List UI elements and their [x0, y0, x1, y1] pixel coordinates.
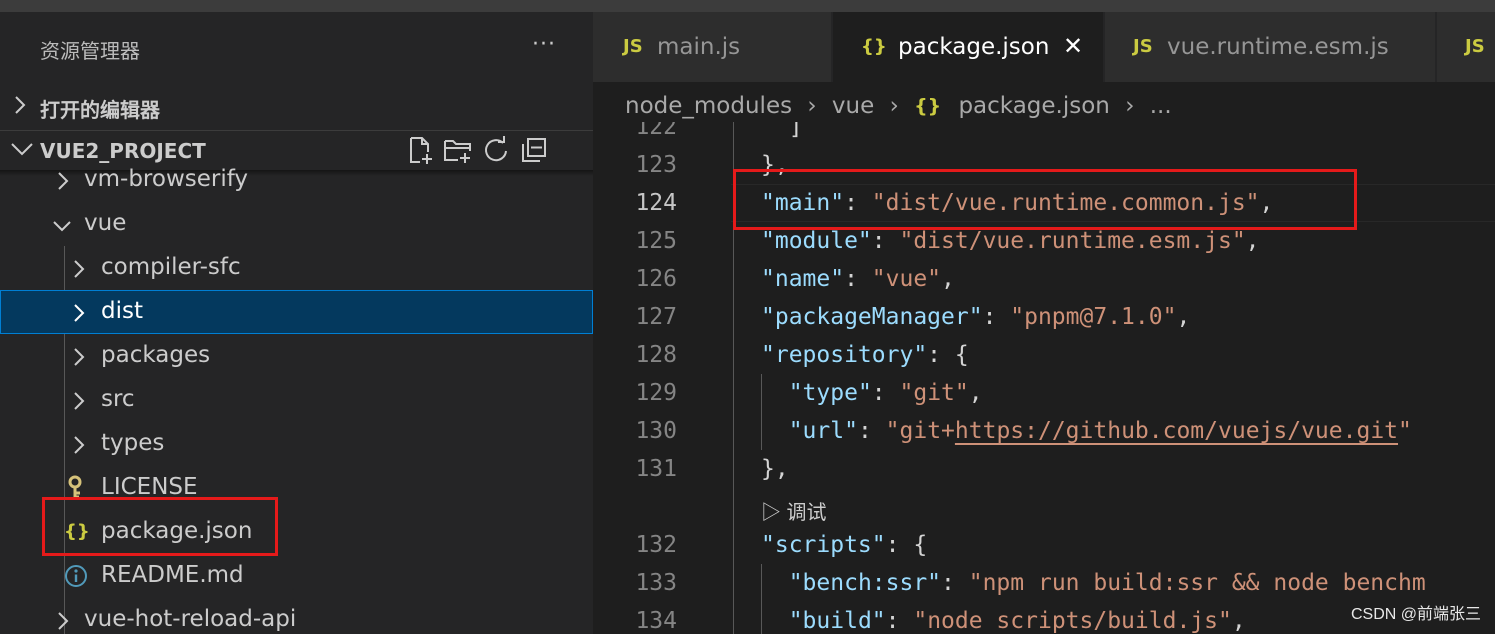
tab-vue-runtime-esm-js[interactable]: JS vue.runtime.esm.js [1105, 12, 1435, 82]
chevron-right-icon: › [807, 92, 817, 119]
chevron-right-icon [72, 259, 86, 283]
tree-item-label: packages [101, 342, 211, 368]
code-line: 126 "name": "vue", [593, 260, 1495, 298]
chevron-right-icon: › [889, 92, 899, 119]
code-text: }, [761, 456, 789, 482]
code-text: ] [761, 122, 803, 140]
tree-item-vue-hot-reload-api[interactable]: vue-hot-reload-api [0, 598, 593, 634]
line-number: 122 [635, 122, 677, 140]
tree-item-label: types [101, 430, 165, 456]
line-number: 132 [635, 532, 677, 558]
tab-label: package.json [898, 34, 1050, 60]
tree-item-readme[interactable]: README.md [0, 554, 593, 598]
window-top-strip [0, 0, 1495, 12]
code-line: 133 "bench:ssr": "npm run build:ssr && n… [593, 564, 1495, 602]
tree-item-label: vue [84, 210, 127, 236]
tree-item-label: vm-browserify [84, 166, 249, 192]
json-braces-icon: {} [914, 94, 942, 117]
breadcrumb: node_modules › vue › {} package.json › .… [625, 92, 1172, 119]
code-text: "packageManager": "pnpm@7.1.0", [761, 304, 1191, 330]
code-line: 127 "packageManager": "pnpm@7.1.0", [593, 298, 1495, 336]
line-number: 134 [635, 608, 677, 634]
line-number: 127 [635, 304, 677, 330]
chevron-right-icon [72, 303, 86, 327]
tree-item-src[interactable]: src [0, 378, 593, 422]
info-icon [64, 564, 88, 593]
line-number: 129 [635, 380, 677, 406]
js-file-icon: JS [1465, 36, 1485, 57]
tab-label: vue.runtime.esm.js [1167, 34, 1389, 60]
codelens-debug[interactable]: ▷ 调试 [761, 496, 827, 525]
code-text: "type": "git", [788, 380, 983, 406]
highlight-box [733, 169, 1357, 230]
explorer-title: 资源管理器 [40, 39, 140, 63]
tree-item-types[interactable]: types [0, 422, 593, 466]
more-actions-button[interactable]: ··· [532, 32, 556, 57]
line-number: 131 [635, 456, 677, 482]
js-file-icon: JS [623, 36, 643, 57]
chevron-right-icon [56, 611, 70, 634]
tree-item-dist[interactable]: dist [0, 290, 593, 334]
indent-guide [761, 564, 762, 634]
line-number: 125 [635, 228, 677, 254]
line-number: 124 [635, 190, 677, 216]
chevron-right-icon [12, 94, 28, 120]
highlight-box [42, 497, 278, 556]
line-number: 133 [635, 570, 677, 596]
code-line: 132 "scripts": { [593, 526, 1495, 564]
chevron-right-icon [72, 347, 86, 371]
tree-item-label: vue-hot-reload-api [84, 606, 297, 632]
open-editors-label: 打开的编辑器 [40, 98, 160, 122]
tab-bar: JS main.js {} package.json ✕ JS vue.runt… [593, 12, 1495, 82]
code-line: 128 "repository": { [593, 336, 1495, 374]
json-braces-icon: {} [861, 36, 887, 57]
line-number: 126 [635, 266, 677, 292]
code-line: 131}, [593, 450, 1495, 488]
chevron-right-icon: › [1125, 92, 1135, 119]
line-number: 123 [635, 152, 677, 178]
tab-main-js[interactable]: JS main.js [593, 12, 831, 82]
code-text: "build": "node scripts/build.js", [788, 608, 1246, 634]
indent-guide [761, 374, 762, 450]
tab-label: main.js [657, 34, 741, 60]
js-file-icon: JS [1133, 36, 1153, 57]
code-text: "name": "vue", [761, 266, 955, 292]
tab-overflow-js[interactable]: JS [1437, 12, 1495, 82]
line-number: 130 [635, 418, 677, 444]
tree-item-compiler-sfc[interactable]: compiler-sfc [0, 246, 593, 290]
watermark: CSDN @前端张三 [1350, 606, 1481, 623]
code-text: "url": "git+https://github.com/vuejs/vue… [788, 418, 1412, 444]
chevron-right-icon [56, 171, 70, 195]
breadcrumb-item[interactable]: package.json [958, 93, 1109, 119]
tree-item-packages[interactable]: packages [0, 334, 593, 378]
code-line: 129 "type": "git", [593, 374, 1495, 412]
code-text: "repository": { [761, 342, 969, 368]
tab-package-json[interactable]: {} package.json ✕ [833, 12, 1103, 82]
breadcrumb-item[interactable]: vue [832, 93, 874, 119]
tree-item-label: dist [101, 298, 143, 324]
code-text: "scripts": { [761, 532, 928, 558]
line-number: 128 [635, 342, 677, 368]
open-editors-section-header[interactable]: 打开的编辑器 [0, 92, 593, 122]
tree-item-label: compiler-sfc [101, 254, 241, 280]
breadcrumb-item[interactable]: ... [1150, 93, 1172, 119]
editor-area: JS main.js {} package.json ✕ JS vue.runt… [593, 12, 1495, 634]
code-text: "module": "dist/vue.runtime.esm.js", [761, 228, 1260, 254]
close-icon[interactable]: ✕ [1063, 32, 1083, 60]
chevron-down-icon [52, 218, 72, 237]
explorer-sidebar: 资源管理器 ··· 打开的编辑器 VUE2_PROJECT vm-browser… [0, 12, 593, 634]
tree-item-vm-browserify[interactable]: vm-browserify [0, 158, 593, 202]
code-text: "bench:ssr": "npm run build:ssr && node … [788, 570, 1426, 596]
code-line: 122 ] [593, 122, 1495, 146]
chevron-right-icon [72, 391, 86, 415]
tree-item-label: src [101, 386, 135, 412]
chevron-right-icon [72, 435, 86, 459]
tree-item-vue[interactable]: vue [0, 202, 593, 246]
code-line: 130 "url": "git+https://github.com/vuejs… [593, 412, 1495, 450]
tree-item-label: README.md [101, 562, 244, 588]
breadcrumb-item[interactable]: node_modules [625, 93, 792, 119]
